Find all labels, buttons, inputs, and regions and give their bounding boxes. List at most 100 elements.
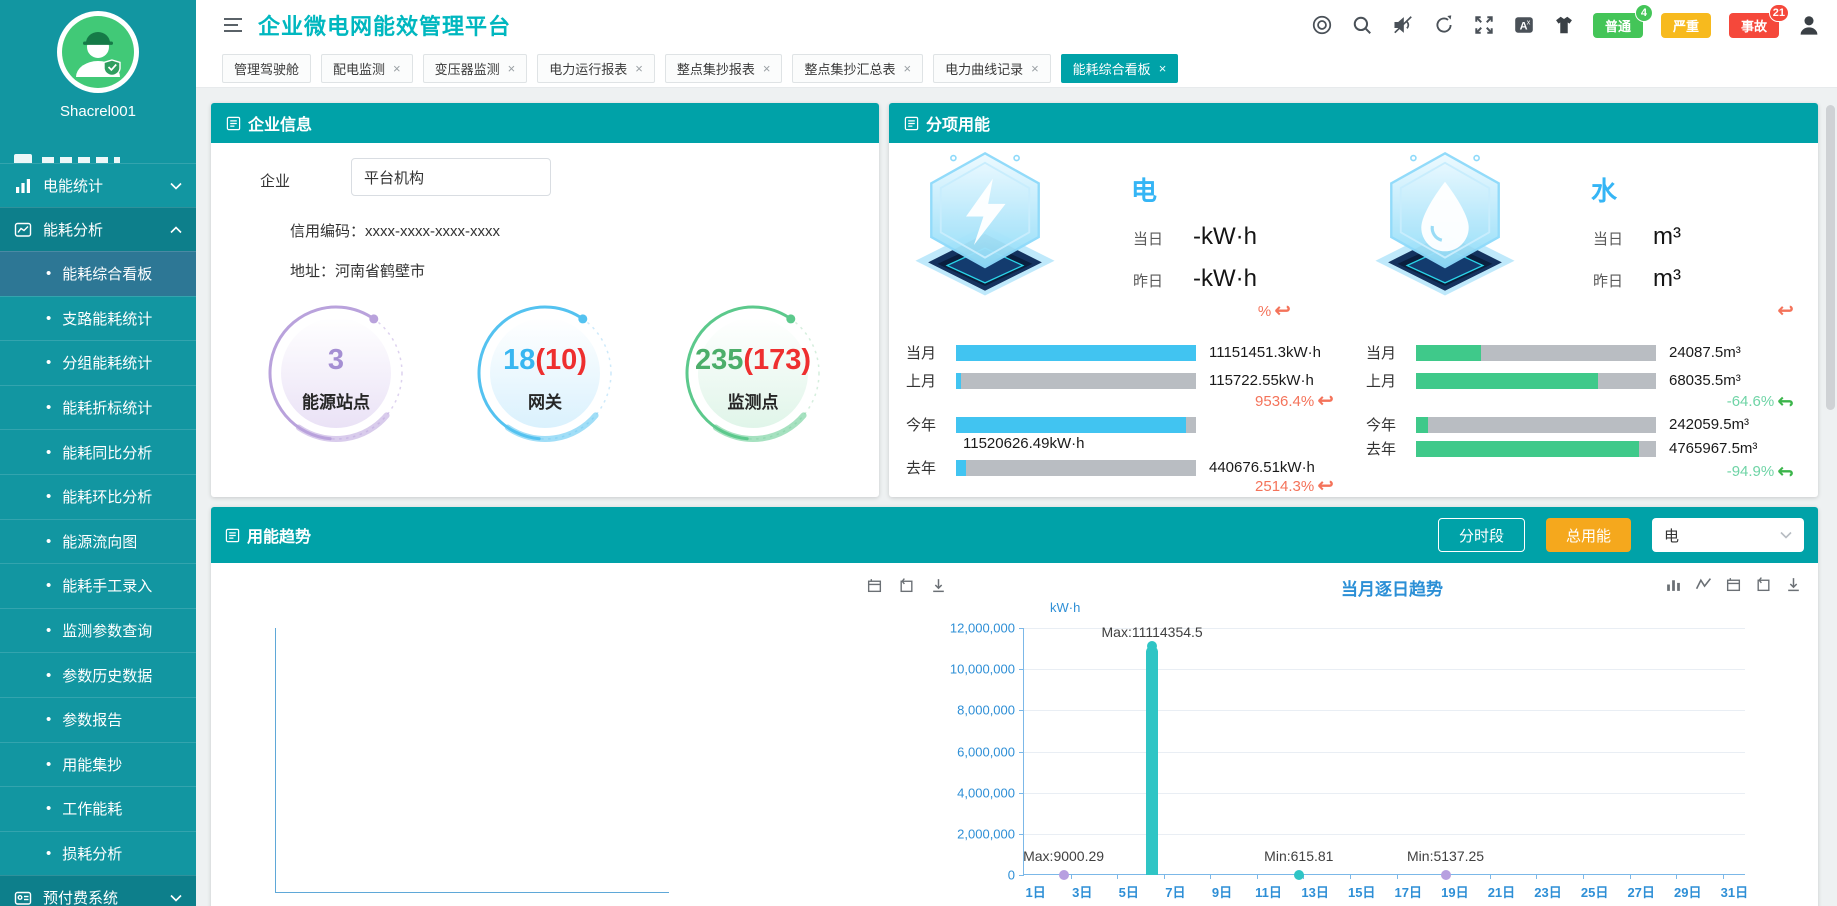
close-icon[interactable]: × xyxy=(763,62,771,75)
bar-chart-icon xyxy=(14,177,32,195)
refresh-icon[interactable] xyxy=(1433,14,1455,36)
company-input[interactable]: 平台机构 xyxy=(351,158,551,196)
progress-fill xyxy=(1416,373,1598,389)
tab-energy-dashboard[interactable]: 能耗综合看板× xyxy=(1061,54,1179,83)
water-month-row: 当月24087.5m³ xyxy=(1366,344,1806,361)
total-energy-button[interactable]: 总用能 xyxy=(1546,518,1631,552)
page-title: 企业微电网能效管理平台 xyxy=(258,9,511,41)
left-chart-x-axis xyxy=(275,892,669,893)
sidebar-item-branch-energy[interactable]: 支路能耗统计 xyxy=(0,296,196,341)
daily-trend-chart: 当月逐日趋势 kW·h 12,000,00010,000,0008,000,00… xyxy=(966,563,1818,906)
mute-icon[interactable] xyxy=(1391,14,1415,36)
water-prev-year-row: 去年4765967.5m³ xyxy=(1366,440,1806,457)
energy-breakdown-panel: 分项用能 xyxy=(889,103,1818,497)
chevron-up-icon xyxy=(170,226,182,234)
address-line: 地址：河南省鹤壁市 xyxy=(290,260,425,281)
electric-prev-month-row: 上月115722.55kW·h xyxy=(906,372,1346,389)
user-block: Shacrel001 xyxy=(0,0,196,140)
normal-count: 4 xyxy=(1635,4,1653,22)
alarm-badge-accident[interactable]: 事故 21 xyxy=(1729,13,1779,38)
sidebar-item-loss-analysis[interactable]: 损耗分析 xyxy=(0,831,196,876)
trend-arrow-icon: ↩ xyxy=(1777,461,1794,481)
avatar[interactable] xyxy=(56,10,140,99)
restore-icon[interactable] xyxy=(898,577,915,594)
bar-chart-type-icon[interactable] xyxy=(1665,576,1682,593)
sidebar-item-param-history[interactable]: 参数历史数据 xyxy=(0,652,196,697)
trend-arrow-icon: ↩ xyxy=(1274,301,1291,321)
sidebar-item-energy-flow[interactable]: 能源流向图 xyxy=(0,519,196,564)
electric-month-row: 当月11151451.3kW·h xyxy=(906,344,1346,361)
sidebar-item-group-energy[interactable]: 分组能耗统计 xyxy=(0,340,196,385)
menu-toggle-icon[interactable] xyxy=(222,16,244,34)
trend-arrow-icon: ↩ xyxy=(1317,476,1334,496)
close-icon[interactable]: × xyxy=(903,62,911,75)
data-view-icon[interactable] xyxy=(1725,576,1742,593)
download-icon[interactable] xyxy=(930,577,947,594)
progress-track xyxy=(956,460,1196,476)
tab-transformer[interactable]: 变压器监测× xyxy=(423,54,528,83)
data-view-icon[interactable] xyxy=(866,577,883,594)
electric-prev-year-row: 去年440676.51kW·h xyxy=(906,459,1346,476)
close-icon[interactable]: × xyxy=(508,62,516,75)
progress-fill xyxy=(956,345,1196,361)
search-icon[interactable] xyxy=(1351,14,1373,36)
electric-yesterday-row: 昨日-kW·h xyxy=(1133,265,1257,293)
close-icon[interactable]: × xyxy=(1159,62,1167,75)
tab-power-distribution[interactable]: 配电监测× xyxy=(321,54,413,83)
sidebar-item-work-energy[interactable]: 工作能耗 xyxy=(0,786,196,831)
trend-panel-body: 当月逐日趋势 kW·h 12,000,00010,000,0008,000,00… xyxy=(211,563,1818,906)
download-icon[interactable] xyxy=(1785,576,1802,593)
page-scrollbar-thumb[interactable] xyxy=(1826,105,1835,410)
target-icon[interactable] xyxy=(1311,14,1333,36)
energy-trend-panel: 用能趋势 分时段 总用能 电 当月逐日趋势 xyxy=(211,507,1818,906)
sidebar-item-param-query[interactable]: 监测参数查询 xyxy=(0,608,196,653)
close-icon[interactable]: × xyxy=(393,62,401,75)
line-chart-type-icon[interactable] xyxy=(1695,576,1712,593)
water-year-row: 今年242059.5m³ xyxy=(1366,416,1806,433)
sidebar-item-manual-entry[interactable]: 能耗手工录入 xyxy=(0,563,196,608)
progress-track xyxy=(956,373,1196,389)
restore-icon[interactable] xyxy=(1755,576,1772,593)
sidebar-item-param-report[interactable]: 参数报告 xyxy=(0,697,196,742)
sidebar-item-energy-standard[interactable]: 能耗折标统计 xyxy=(0,385,196,430)
alarm-badge-severe[interactable]: 严重 xyxy=(1661,13,1711,38)
sidebar-item-meter-reading[interactable]: 用能集抄 xyxy=(0,742,196,787)
tab-power-report[interactable]: 电力运行报表× xyxy=(537,54,655,83)
panel-list-icon xyxy=(226,116,241,131)
electric-section: 电 当日-kW·h 昨日-kW·h %↩ 当月11151451.3kW·h 上月… xyxy=(906,143,1346,497)
alarm-badge-normal[interactable]: 普通 4 xyxy=(1593,13,1643,38)
tab-hourly-report[interactable]: 整点集抄报表× xyxy=(665,54,783,83)
tab-hourly-summary[interactable]: 整点集抄汇总表× xyxy=(792,54,923,83)
fullscreen-icon[interactable] xyxy=(1473,14,1495,36)
progress-track xyxy=(1416,441,1656,457)
sidebar-item-power-stats[interactable]: 电能统计 xyxy=(0,163,196,207)
close-icon[interactable]: × xyxy=(1031,62,1039,75)
sidebar-item-clipped[interactable] xyxy=(0,144,196,163)
sidebar-item-energy-analysis[interactable]: 能耗分析 xyxy=(0,207,196,251)
tab-power-curve[interactable]: 电力曲线记录× xyxy=(933,54,1051,83)
user-icon[interactable] xyxy=(1797,13,1821,37)
theme-shirt-icon[interactable] xyxy=(1553,14,1575,36)
sidebar-item-prepaid-system[interactable]: 预付费系统 xyxy=(0,875,196,906)
sidebar: Shacrel001 电能统计 能耗分析 能耗综合看板 支路能耗统计 分组能耗统… xyxy=(0,0,196,906)
close-icon[interactable]: × xyxy=(635,62,643,75)
company-label: 企业 xyxy=(260,170,290,191)
interval-button[interactable]: 分时段 xyxy=(1438,518,1525,552)
right-chart-toolbar xyxy=(1665,576,1802,593)
progress-track xyxy=(1416,345,1656,361)
progress-fill xyxy=(956,460,966,476)
progress-fill xyxy=(1416,345,1481,361)
left-chart-y-axis xyxy=(275,628,276,892)
translate-icon[interactable]: Ax xyxy=(1513,14,1535,36)
y-axis-unit: kW·h xyxy=(1050,600,1080,615)
tab-dashboard[interactable]: 管理驾驶舱 xyxy=(222,54,311,83)
energy-type-select[interactable]: 电 xyxy=(1652,518,1804,552)
sidebar-item-mom-analysis[interactable]: 能耗环比分析 xyxy=(0,474,196,519)
electric-year-value: 11520626.49kW·h xyxy=(963,435,1084,452)
sidebar-item-energy-dashboard[interactable]: 能耗综合看板 xyxy=(0,251,196,296)
electric-year-percent: 2514.3%↩ xyxy=(1255,476,1334,496)
electric-today-row: 当日-kW·h xyxy=(1133,223,1257,251)
sidebar-item-yoy-analysis[interactable]: 能耗同比分析 xyxy=(0,429,196,474)
trend-panel-header: 用能趋势 分时段 总用能 电 xyxy=(211,507,1818,563)
progress-fill xyxy=(956,373,961,389)
